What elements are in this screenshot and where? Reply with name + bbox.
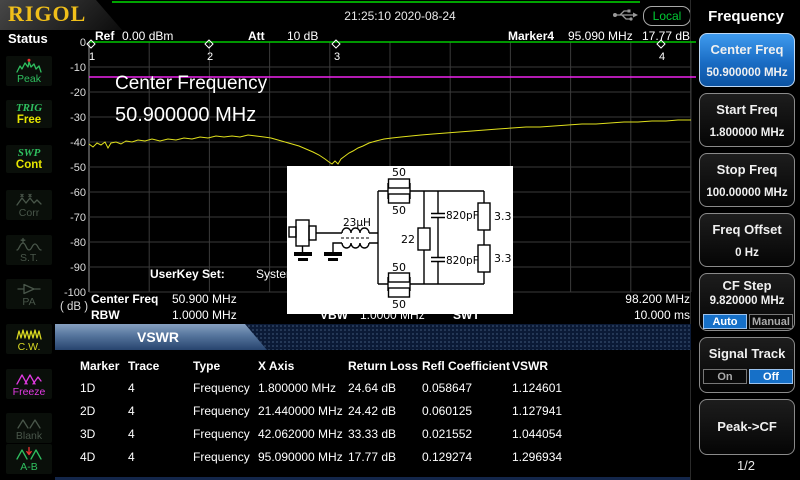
marker-number: 4 xyxy=(659,51,665,63)
y-tick-label: -80 xyxy=(70,237,86,249)
marker-diamond-icon xyxy=(657,40,665,48)
circuit-schematic: 23µH 50 50 22 820pF 820pF 3.3 3.3 50 50 xyxy=(287,166,513,314)
y-tick-label: -20 xyxy=(70,87,86,99)
span-value: 98.200 MHz xyxy=(560,293,690,305)
circuit-label-r-bot-b: 50 xyxy=(392,298,406,311)
marker-number: 1 xyxy=(89,51,95,63)
y-tick-label: -10 xyxy=(70,62,86,74)
rbw-label: RBW xyxy=(91,309,120,321)
circuit-label-inductor: 23µH xyxy=(343,217,371,229)
marker-diamond-icon xyxy=(87,40,95,48)
y-tick-label: -90 xyxy=(70,262,86,274)
circuit-label-cap-a: 820pF xyxy=(446,210,479,222)
marker-number: 2 xyxy=(207,51,213,63)
cf-overlay-title: Center Frequency xyxy=(115,73,267,95)
analyzer-screen: 0 -10 -20 -30 -40 -50 -60 -70 -80 -90 -100 ( dB ) 1 2… xyxy=(0,0,800,480)
center-frequency-overlay: Center Frequency 50.900000 MHz xyxy=(115,73,267,127)
vswr-title: VSWR xyxy=(137,329,179,345)
userkey-label: UserKey Set: xyxy=(150,268,225,280)
y-tick-label: -40 xyxy=(70,137,86,149)
y-tick-label: -60 xyxy=(70,187,86,199)
vswr-banner: VSWR xyxy=(55,324,691,350)
center-freq-value: 50.900 MHz xyxy=(172,293,237,305)
y-tick-label: -50 xyxy=(70,162,86,174)
y-tick-label: 0 xyxy=(80,37,86,49)
circuit-schematic-overlay: 23µH 50 50 22 820pF 820pF 3.3 3.3 50 50 xyxy=(287,166,513,314)
y-tick-label: -30 xyxy=(70,112,86,124)
circuit-label-r-right-b: 3.3 xyxy=(494,252,512,265)
rbw-value: 1.0000 MHz xyxy=(172,309,237,321)
center-freq-label: Center Freq xyxy=(91,293,158,305)
cf-overlay-value: 50.900000 MHz xyxy=(115,104,267,127)
circuit-label-r-top-b: 50 xyxy=(392,204,406,217)
circuit-label-cap-b: 820pF xyxy=(446,255,479,267)
circuit-label-r-mid: 22 xyxy=(401,233,415,246)
y-tick-label: -100 xyxy=(64,287,86,299)
marker-number: 3 xyxy=(334,51,340,63)
swt-value: 10.000 ms xyxy=(560,309,690,321)
circuit-label-r-right-a: 3.3 xyxy=(494,210,512,223)
y-tick-label: -70 xyxy=(70,212,86,224)
y-axis-unit: ( dB ) xyxy=(60,301,88,313)
circuit-label-r-top-a: 50 xyxy=(392,166,406,179)
marker-diamond-icon xyxy=(332,40,340,48)
circuit-label-r-bot-a: 50 xyxy=(392,261,406,274)
